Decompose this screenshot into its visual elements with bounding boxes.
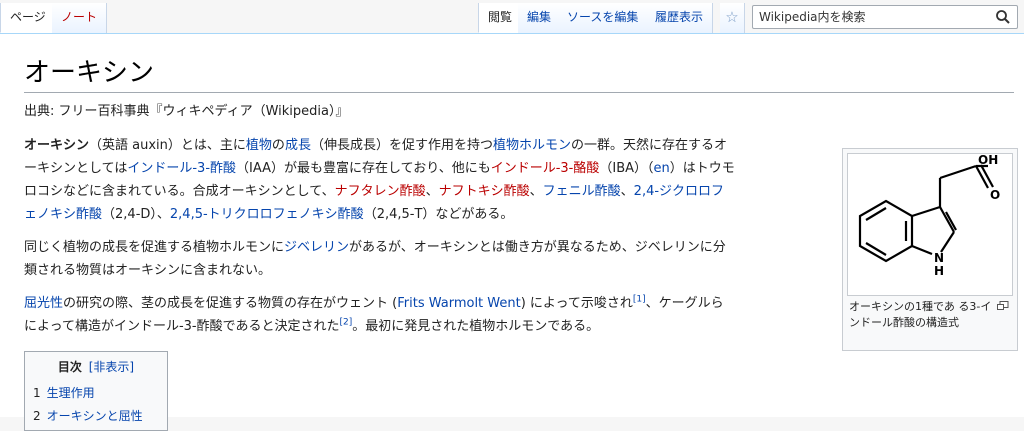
link-noa[interactable]: ナフトキシ酢酸	[439, 184, 530, 199]
link-plant[interactable]: 植物	[246, 138, 272, 153]
tab-history[interactable]: 履歴表示	[646, 3, 714, 33]
link-went[interactable]: Frits Warmolt Went	[397, 296, 520, 311]
n-label: N	[934, 251, 944, 265]
link-gibberellin[interactable]: ジベレリン	[284, 240, 349, 255]
tab-edit[interactable]: 編集	[518, 3, 562, 33]
link-naa[interactable]: ナフタレン酢酸	[335, 184, 426, 199]
link-plant-hormone[interactable]: 植物ホルモン	[493, 138, 571, 153]
o-label: O	[990, 188, 1000, 202]
link-en[interactable]: en	[654, 161, 670, 176]
site-sub: 出典: フリー百科事典『ウィキペディア（Wikipedia）』	[24, 104, 349, 119]
tab-read[interactable]: 閲覧	[478, 3, 523, 33]
toc-title: 目次	[57, 360, 82, 374]
tab-edit-source[interactable]: ソースを編集	[558, 3, 649, 33]
link-24d-cont[interactable]: ェノキシ酢酸	[24, 207, 102, 222]
magnify-clip-icon[interactable]	[997, 301, 1009, 311]
tab-bar: ページ ノート 閲覧 編集 ソースを編集 履歴表示 ☆	[0, 0, 1024, 33]
history-paragraph: 屈光性の研究の際、茎の成長を促進する物質の存在がウェント (Frits Warm…	[24, 294, 724, 334]
link-245t[interactable]: 2,4,5-トリクロロフェノキシ酢酸	[170, 207, 364, 222]
gibberellin-paragraph: 同じく植物の成長を促進する植物ホルモンにジベレリンがあるが、オーキシンとは働き方…	[24, 240, 726, 278]
link-iba[interactable]: インドール-3-酪酸	[491, 161, 600, 176]
toc-header: 目次 [非表示]	[25, 358, 167, 375]
structure-image[interactable]: OH O N H	[847, 153, 1013, 296]
toc-item[interactable]: 1 生理作用	[33, 384, 95, 401]
search-icon[interactable]	[995, 9, 1011, 25]
link-24d[interactable]: 2,4-ジクロロフ	[634, 184, 724, 199]
tab-page[interactable]: ページ	[0, 3, 56, 33]
toc-toggle[interactable]: [非表示]	[89, 360, 134, 374]
search-box	[752, 5, 1018, 29]
watch-star-icon[interactable]: ☆	[720, 3, 745, 33]
structure-figure: OH O N H オーキシンの1種であ る3-インドール酢酸の構造式	[842, 148, 1018, 351]
link-growth[interactable]: 成長	[285, 138, 311, 153]
title-divider	[24, 92, 1014, 93]
link-phototropism[interactable]: 屈光性	[24, 296, 63, 311]
ref-1[interactable]: [1]	[633, 295, 646, 305]
figure-caption: オーキシンの1種であ る3-インドール酢酸の構造式	[849, 300, 992, 329]
toc-item[interactable]: 2 オーキシンと屈性	[33, 407, 143, 424]
oh-label: OH	[978, 154, 998, 167]
page-title: オーキシン	[24, 58, 155, 88]
bold-term: オーキシン	[24, 138, 90, 153]
intro-paragraph: オーキシン（英語 auxin）とは、主に植物の成長（伸長成長）を促す作用を持つ植…	[24, 138, 735, 222]
article-content: オーキシン 出典: フリー百科事典『ウィキペディア（Wikipedia）』 オー…	[0, 33, 1024, 431]
tab-talk[interactable]: ノート	[52, 3, 108, 33]
h-label: H	[934, 264, 944, 278]
link-paa[interactable]: フェニル酢酸	[543, 184, 621, 199]
ref-2[interactable]: [2]	[339, 318, 352, 328]
table-of-contents: 目次 [非表示] 1 生理作用 2 オーキシンと屈性	[24, 351, 168, 431]
link-iaa[interactable]: インドール-3-酢酸	[127, 161, 236, 176]
search-input[interactable]	[753, 6, 989, 28]
iaa-structure-diagram: OH O N H	[858, 153, 1000, 278]
